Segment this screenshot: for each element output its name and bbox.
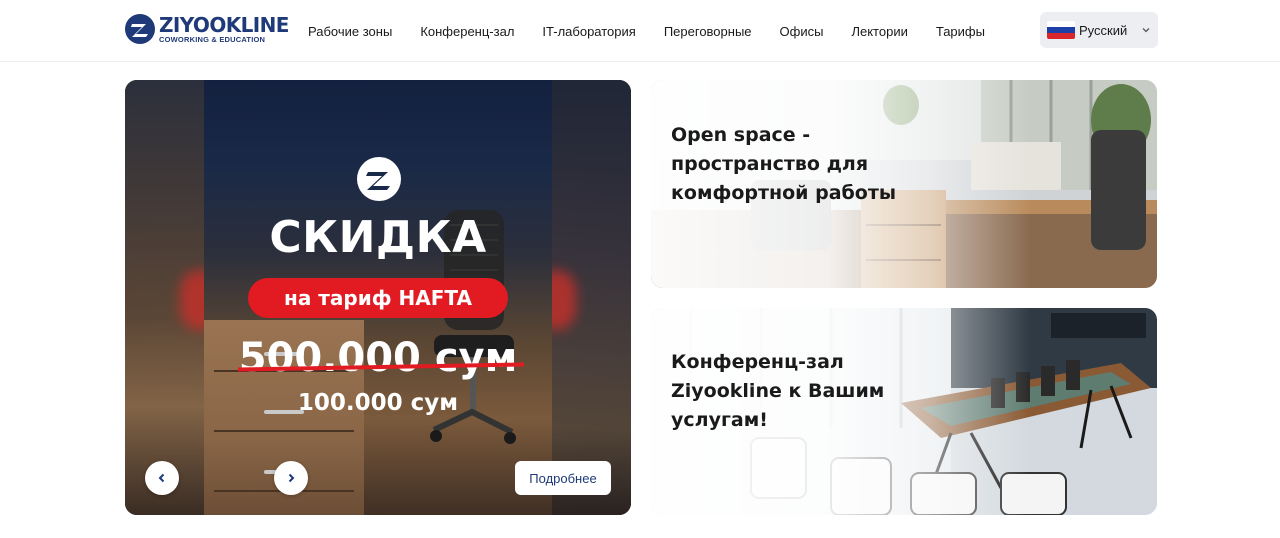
nav-item-offices[interactable]: Офисы [780, 24, 824, 39]
chevron-left-icon [158, 473, 165, 483]
nav-item-pricing[interactable]: Тарифы [936, 24, 985, 39]
card-open-space[interactable]: Open space - пространство для комфортной… [651, 80, 1157, 288]
poster-old-price: 500.000 сум [238, 335, 518, 381]
ziyookline-logo-icon [125, 14, 155, 44]
more-details-button[interactable]: Подробнее [515, 461, 611, 495]
hero-slider: СКИДКА на тариф HAFTA 500.000 сум 100.00… [125, 80, 631, 515]
card-title: Конференц-зал Ziyookline к Вашим услугам… [671, 351, 885, 431]
nav-item-it-lab[interactable]: IT-лаборатория [542, 24, 635, 39]
promo-poster: СКИДКА на тариф HAFTA 500.000 сум 100.00… [204, 80, 552, 515]
nav-item-meeting-rooms[interactable]: Переговорные [664, 24, 752, 39]
poster-tariff-pill: на тариф HAFTA [248, 278, 508, 318]
site-header: ZIYOOKLINE COWORKING & EDUCATION Рабочие… [0, 0, 1280, 62]
ziyookline-logo-icon [357, 157, 401, 201]
card-title: Open space - пространство для комфортной… [671, 124, 897, 204]
logo-subtitle: COWORKING & EDUCATION [159, 34, 266, 44]
logo[interactable]: ZIYOOKLINE COWORKING & EDUCATION [124, 12, 289, 46]
nav-item-work-zones[interactable]: Рабочие зоны [308, 24, 392, 39]
chevron-right-icon [288, 473, 295, 483]
slider-prev-button[interactable] [145, 461, 179, 495]
logo-text: ZIYOOKLINE COWORKING & EDUCATION [159, 15, 289, 44]
chevron-down-icon [1142, 28, 1150, 33]
nav-item-lecture-halls[interactable]: Лектории [851, 24, 907, 39]
main-nav: Рабочие зоны Конференц-зал IT-лаборатори… [308, 0, 1013, 62]
slider-next-button[interactable] [274, 461, 308, 495]
card-conference-hall[interactable]: Конференц-зал Ziyookline к Вашим услугам… [651, 308, 1157, 515]
poster-new-price: 100.000 сум [297, 390, 459, 416]
poster-title: СКИДКА [269, 212, 487, 263]
language-label: Русский [1079, 22, 1128, 38]
logo-title: ZIYOOKLINE [159, 12, 289, 37]
russia-flag-icon [1047, 21, 1075, 39]
language-selector[interactable]: Русский [1040, 12, 1158, 48]
nav-item-conference-hall[interactable]: Конференц-зал [420, 24, 514, 39]
